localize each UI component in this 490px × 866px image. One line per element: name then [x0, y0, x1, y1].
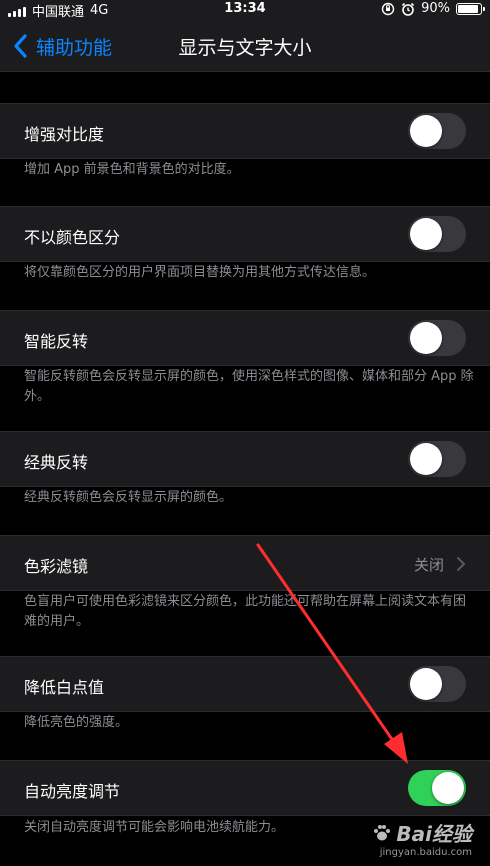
watermark-url: jingyan.baidu.com — [379, 847, 472, 858]
watermark-logo-text: Bai经验 — [396, 822, 472, 846]
watermark-logo: Bai经验 — [372, 818, 472, 847]
baidu-jingyan-watermark: Bai经验 jingyan.baidu.com — [372, 818, 472, 858]
paw-icon — [374, 824, 391, 840]
annotation-arrow — [256, 543, 408, 764]
